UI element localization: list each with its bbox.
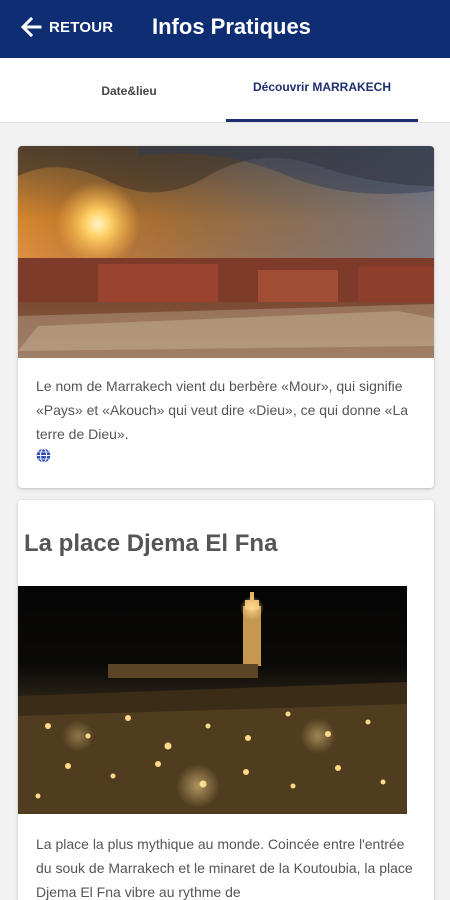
back-label: RETOUR [49, 18, 114, 36]
tab-decouvrir-marrakech[interactable]: Découvrir MARRAKECH [226, 58, 418, 122]
intro-text: Le nom de Marrakech vient du berbère «Mo… [36, 378, 409, 442]
app-bar: RETOUR Infos Pratiques [0, 0, 450, 58]
intro-card: Le nom de Marrakech vient du berbère «Mo… [18, 146, 434, 488]
tab-bar: Date&lieu Découvrir MARRAKECH [0, 58, 450, 123]
place-title: La place Djema El Fna [24, 530, 278, 557]
globe-icon[interactable] [36, 448, 51, 463]
page-title: Infos Pratiques [152, 14, 311, 39]
tab-indicator [226, 119, 418, 122]
place-text: La place la plus mythique au monde. Coin… [36, 836, 413, 900]
marrakech-sunset-photo [18, 146, 434, 358]
arrow-left-icon [20, 16, 42, 38]
tab-date-lieu[interactable]: Date&lieu [14, 58, 244, 122]
back-button[interactable]: RETOUR [20, 12, 113, 42]
djema-el-fna-night-photo [18, 586, 407, 814]
place-card: La place Djema El Fna La place la plus m… [18, 500, 434, 900]
